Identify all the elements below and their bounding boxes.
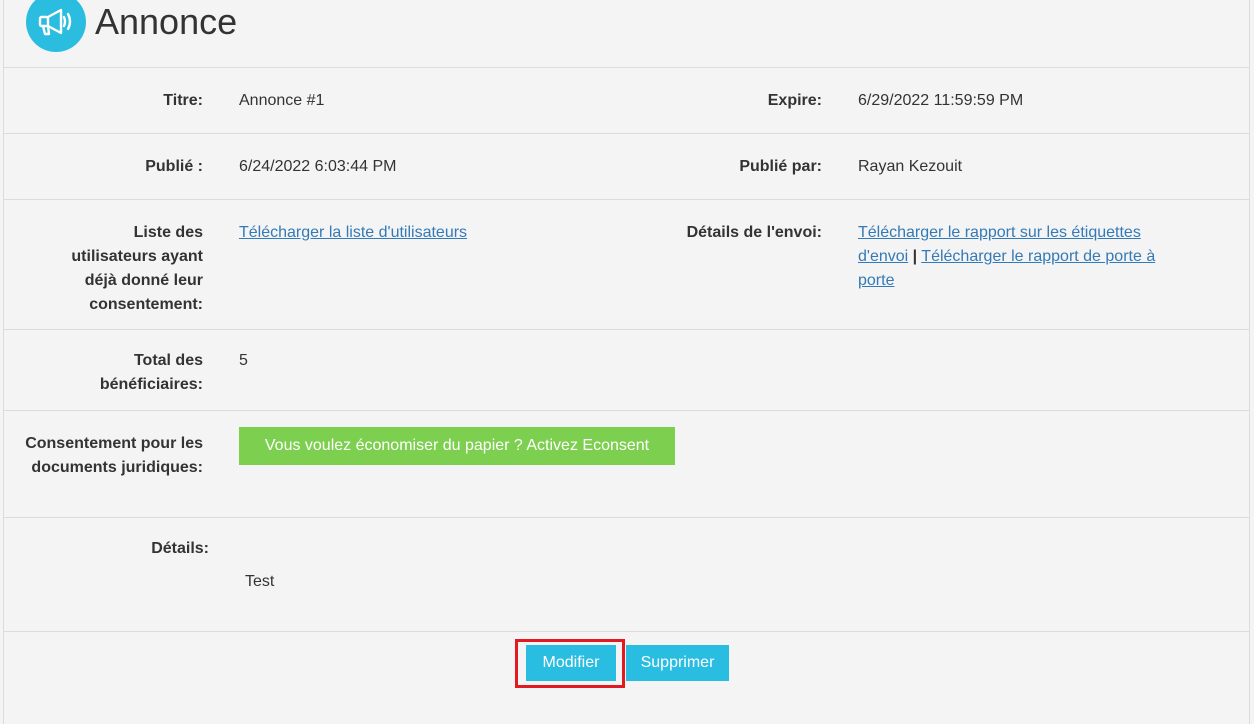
publie-par-value: Rayan Kezouit: [858, 158, 963, 175]
consentement-label: Consentement pour les documents juridiqu…: [25, 435, 203, 476]
row-consentement: Consentement pour les documents juridiqu…: [4, 411, 1249, 518]
publie-value: 6/24/2022 6:03:44 PM: [239, 158, 397, 175]
page-header: Annonce: [4, 0, 1249, 68]
page-title: Annonce: [95, 1, 238, 42]
envoi-value: Télécharger le rapport sur les étiquette…: [858, 221, 1188, 293]
liste-value: Télécharger la liste d'utilisateurs: [239, 221, 467, 245]
download-user-list-link[interactable]: Télécharger la liste d'utilisateurs: [239, 224, 467, 241]
megaphone-icon: [26, 0, 86, 52]
activate-econsent-button[interactable]: Vous voulez économiser du papier ? Activ…: [239, 427, 675, 465]
titre-value: Annonce #1: [239, 92, 325, 109]
expire-value: 6/29/2022 11:59:59 PM: [858, 92, 1024, 109]
publie-par-label: Publié par:: [739, 158, 822, 175]
envoi-label: Détails de l'envoi:: [686, 224, 822, 241]
total-label: Total des bénéficiaires:: [99, 352, 203, 393]
liste-label: Liste des utilisateurs ayant déjà donné …: [71, 224, 203, 313]
total-value: 5: [239, 352, 248, 369]
announcement-panel: Annonce Titre: Annonce #1 Expire: 6/29/2…: [3, 0, 1250, 724]
details-label: Détails:: [151, 540, 209, 557]
row-details: Détails: Test: [4, 518, 1249, 632]
expire-label: Expire:: [767, 92, 822, 109]
publie-label: Publié :: [145, 158, 203, 175]
row-liste: Liste des utilisateurs ayant déjà donné …: [4, 200, 1249, 330]
titre-label: Titre:: [163, 92, 203, 109]
row-publie: Publié : 6/24/2022 6:03:44 PM Publié par…: [4, 134, 1249, 200]
supprimer-button[interactable]: Supprimer: [626, 645, 729, 681]
details-value: Test: [245, 573, 275, 590]
row-total: Total des bénéficiaires: 5: [4, 330, 1249, 411]
row-titre: Titre: Annonce #1 Expire: 6/29/2022 11:5…: [4, 68, 1249, 134]
modifier-button[interactable]: Modifier: [526, 645, 616, 681]
link-separator: |: [912, 248, 918, 265]
